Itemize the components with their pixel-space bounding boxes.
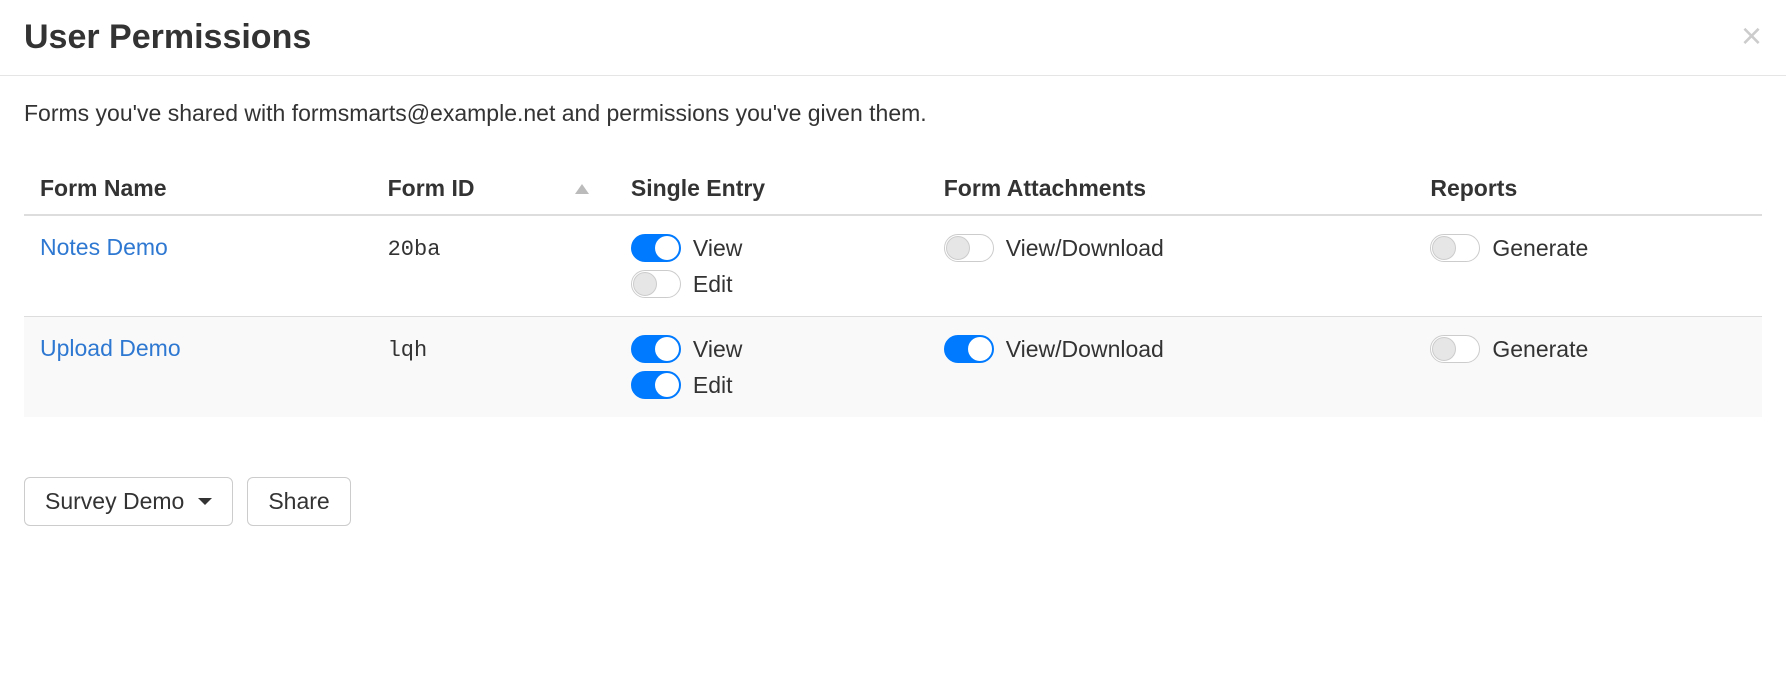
toggle-attachments-label: View/Download (1006, 235, 1164, 262)
toggle-single-edit[interactable] (631, 371, 681, 399)
toggle-reports-label: Generate (1492, 235, 1588, 262)
toggle-edit-label: Edit (693, 271, 733, 298)
column-header-reports[interactable]: Reports (1414, 163, 1762, 215)
description-text: Forms you've shared with formsmarts@exam… (24, 100, 1762, 127)
column-header-form-name[interactable]: Form Name (24, 163, 372, 215)
toggle-edit-label: Edit (693, 372, 733, 399)
form-name-link[interactable]: Notes Demo (40, 234, 168, 260)
toggle-reports[interactable] (1430, 234, 1480, 262)
form-name-link[interactable]: Upload Demo (40, 335, 181, 361)
table-row: Notes Demo 20ba View Edit View/Download Gener… (24, 215, 1762, 317)
dropdown-label: Survey Demo (45, 488, 184, 515)
toggle-attachments[interactable] (944, 335, 994, 363)
toggle-single-view[interactable] (631, 335, 681, 363)
close-icon[interactable]: × (1741, 18, 1762, 54)
column-header-form-id[interactable]: Form ID (372, 163, 615, 215)
form-select-dropdown[interactable]: Survey Demo (24, 477, 233, 526)
share-button[interactable]: Share (247, 477, 350, 526)
table-body: Notes Demo 20ba View Edit View/Download Gener… (24, 215, 1762, 417)
modal-title: User Permissions (24, 18, 311, 57)
toggle-reports[interactable] (1430, 335, 1480, 363)
toggle-view-label: View (693, 336, 742, 363)
sort-ascending-icon[interactable] (575, 184, 589, 194)
toggle-view-label: View (693, 235, 742, 262)
form-id-text: 20ba (388, 237, 441, 262)
modal-header: User Permissions × (0, 0, 1786, 76)
toggle-single-view[interactable] (631, 234, 681, 262)
permissions-table: Form Name Form ID Single Entry Form Atta… (24, 163, 1762, 417)
modal-body: Forms you've shared with formsmarts@exam… (0, 76, 1786, 417)
column-header-single-entry[interactable]: Single Entry (615, 163, 928, 215)
column-header-attachments[interactable]: Form Attachments (928, 163, 1415, 215)
form-id-text: lqh (388, 338, 428, 363)
toggle-attachments[interactable] (944, 234, 994, 262)
toggle-reports-label: Generate (1492, 336, 1588, 363)
modal-footer: Survey Demo Share (0, 417, 1786, 550)
caret-down-icon (198, 498, 212, 505)
toggle-attachments-label: View/Download (1006, 336, 1164, 363)
user-permissions-modal: User Permissions × Forms you've shared w… (0, 0, 1786, 550)
table-row: Upload Demo lqh View Edit View/Download Gener… (24, 317, 1762, 418)
column-header-form-id-label: Form ID (388, 175, 475, 202)
toggle-single-edit[interactable] (631, 270, 681, 298)
